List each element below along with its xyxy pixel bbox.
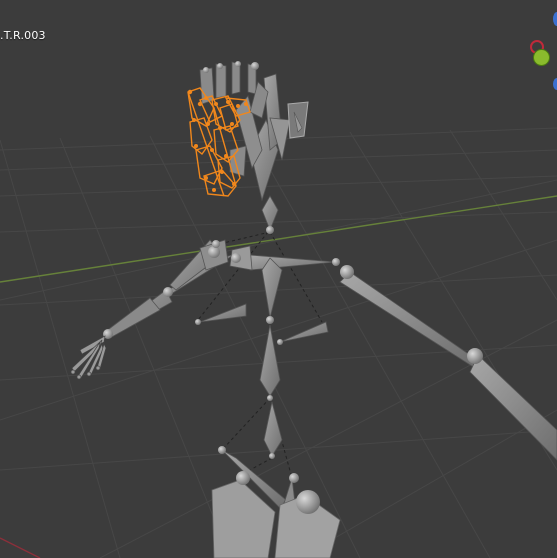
bone-spine[interactable] [259,195,283,459]
bone-hips[interactable] [211,446,341,558]
axis-x-icon[interactable] [533,49,550,66]
y-axis-line [0,537,41,558]
bone-hand-left[interactable] [70,335,107,380]
armature-scene[interactable] [0,0,557,558]
active-object-label: .T.R.003 [0,29,46,42]
axis-z-negative-icon[interactable] [553,78,557,90]
bone-ribs[interactable] [195,303,329,345]
bone-leg-right[interactable] [339,265,557,461]
3d-viewport[interactable]: .T.R.003 [0,0,557,558]
axis-z-icon[interactable] [553,12,557,26]
